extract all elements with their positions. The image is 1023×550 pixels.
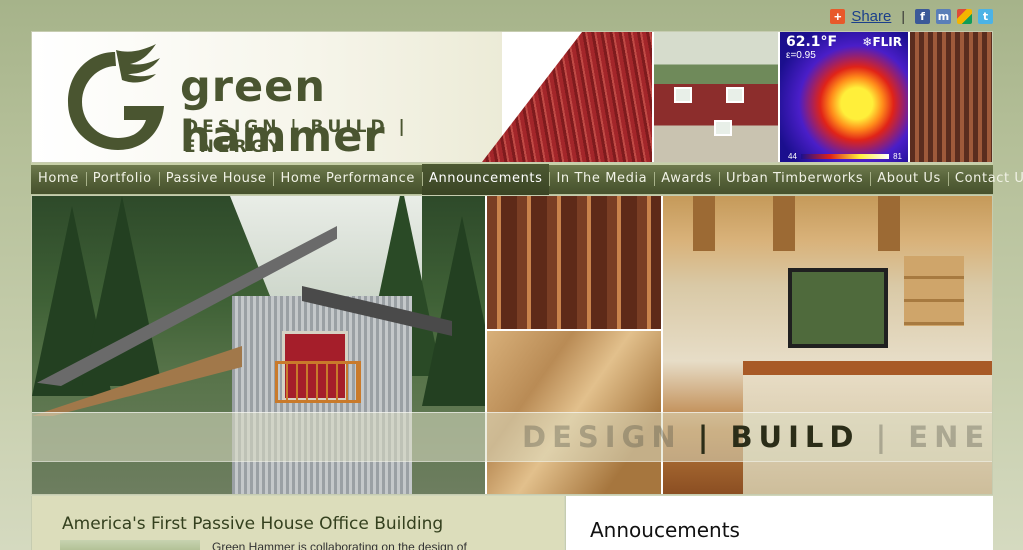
share-plus-icon[interactable]: + <box>830 8 846 24</box>
slogan-divider: | <box>875 420 893 454</box>
logo-area[interactable]: green hammer DESIGN | BUILD | ENERGY <box>32 32 502 162</box>
thermal-scale-max: 81 <box>893 151 902 161</box>
nav-contact-us[interactable]: Contact Us <box>947 164 1023 195</box>
slogan-energy: ENERGY <box>908 420 992 454</box>
twitter-icon[interactable]: t <box>978 8 993 24</box>
nav-urban-timberworks[interactable]: Urban Timberworks <box>718 164 870 195</box>
flir-label: ❄FLIR <box>862 35 902 49</box>
thermal-temperature: 62.1°F <box>786 34 838 50</box>
nav-home-performance[interactable]: Home Performance <box>273 164 422 195</box>
brand-tagline: DESIGN | BUILD | ENERGY <box>184 117 409 157</box>
nav-in-the-media[interactable]: In The Media <box>549 164 654 195</box>
share-bar: + Share | f m t <box>830 6 993 26</box>
nav-passive-house[interactable]: Passive House <box>158 164 274 195</box>
header-photo-house <box>652 32 778 162</box>
story-title[interactable]: America's First Passive House Office Bui… <box>62 514 443 534</box>
hero-banner: DESIGN | BUILD | ENERGY <box>31 195 993 495</box>
featured-story: America's First Passive House Office Bui… <box>31 496 564 550</box>
google-icon[interactable] <box>957 8 972 24</box>
nav-home[interactable]: Home <box>31 164 86 195</box>
main-nav: Home Portfolio Passive House Home Perfor… <box>31 163 1023 195</box>
nav-portfolio[interactable]: Portfolio <box>85 164 159 195</box>
announcements-panel: Annoucements <box>565 496 993 550</box>
facebook-icon[interactable]: f <box>915 8 930 24</box>
announcements-title: Annoucements <box>590 518 740 542</box>
site-header: green hammer DESIGN | BUILD | ENERGY 62.… <box>31 31 993 163</box>
slogan-divider: | <box>697 420 715 454</box>
header-photo-timber <box>908 32 992 162</box>
story-text: Green Hammer is collaborating on the des… <box>212 540 467 550</box>
nav-awards[interactable]: Awards <box>654 164 719 195</box>
nav-about-us[interactable]: About Us <box>870 164 948 195</box>
nav-announcements[interactable]: Announcements <box>421 164 550 195</box>
thermal-scale: 44 81 <box>788 151 902 161</box>
thermal-emissivity: ε=0.95 <box>786 50 816 61</box>
story-thumbnail[interactable] <box>60 540 200 550</box>
hammer-leaf-logo-icon <box>68 44 164 150</box>
thermal-scale-bar <box>800 153 890 159</box>
share-separator: | <box>901 8 905 24</box>
thermal-scale-min: 44 <box>788 151 797 161</box>
slogan-design: DESIGN <box>522 420 682 454</box>
slogan-build: BUILD <box>730 420 860 454</box>
hero-slogan: DESIGN | BUILD | ENERGY <box>522 420 992 454</box>
share-link[interactable]: Share <box>851 8 891 25</box>
header-photo-thermal: 62.1°F ε=0.95 ❄FLIR 44 81 <box>778 32 908 162</box>
header-photo-roof <box>482 32 652 162</box>
hero-photo-framing <box>485 196 661 329</box>
myspace-icon[interactable]: m <box>936 8 951 24</box>
